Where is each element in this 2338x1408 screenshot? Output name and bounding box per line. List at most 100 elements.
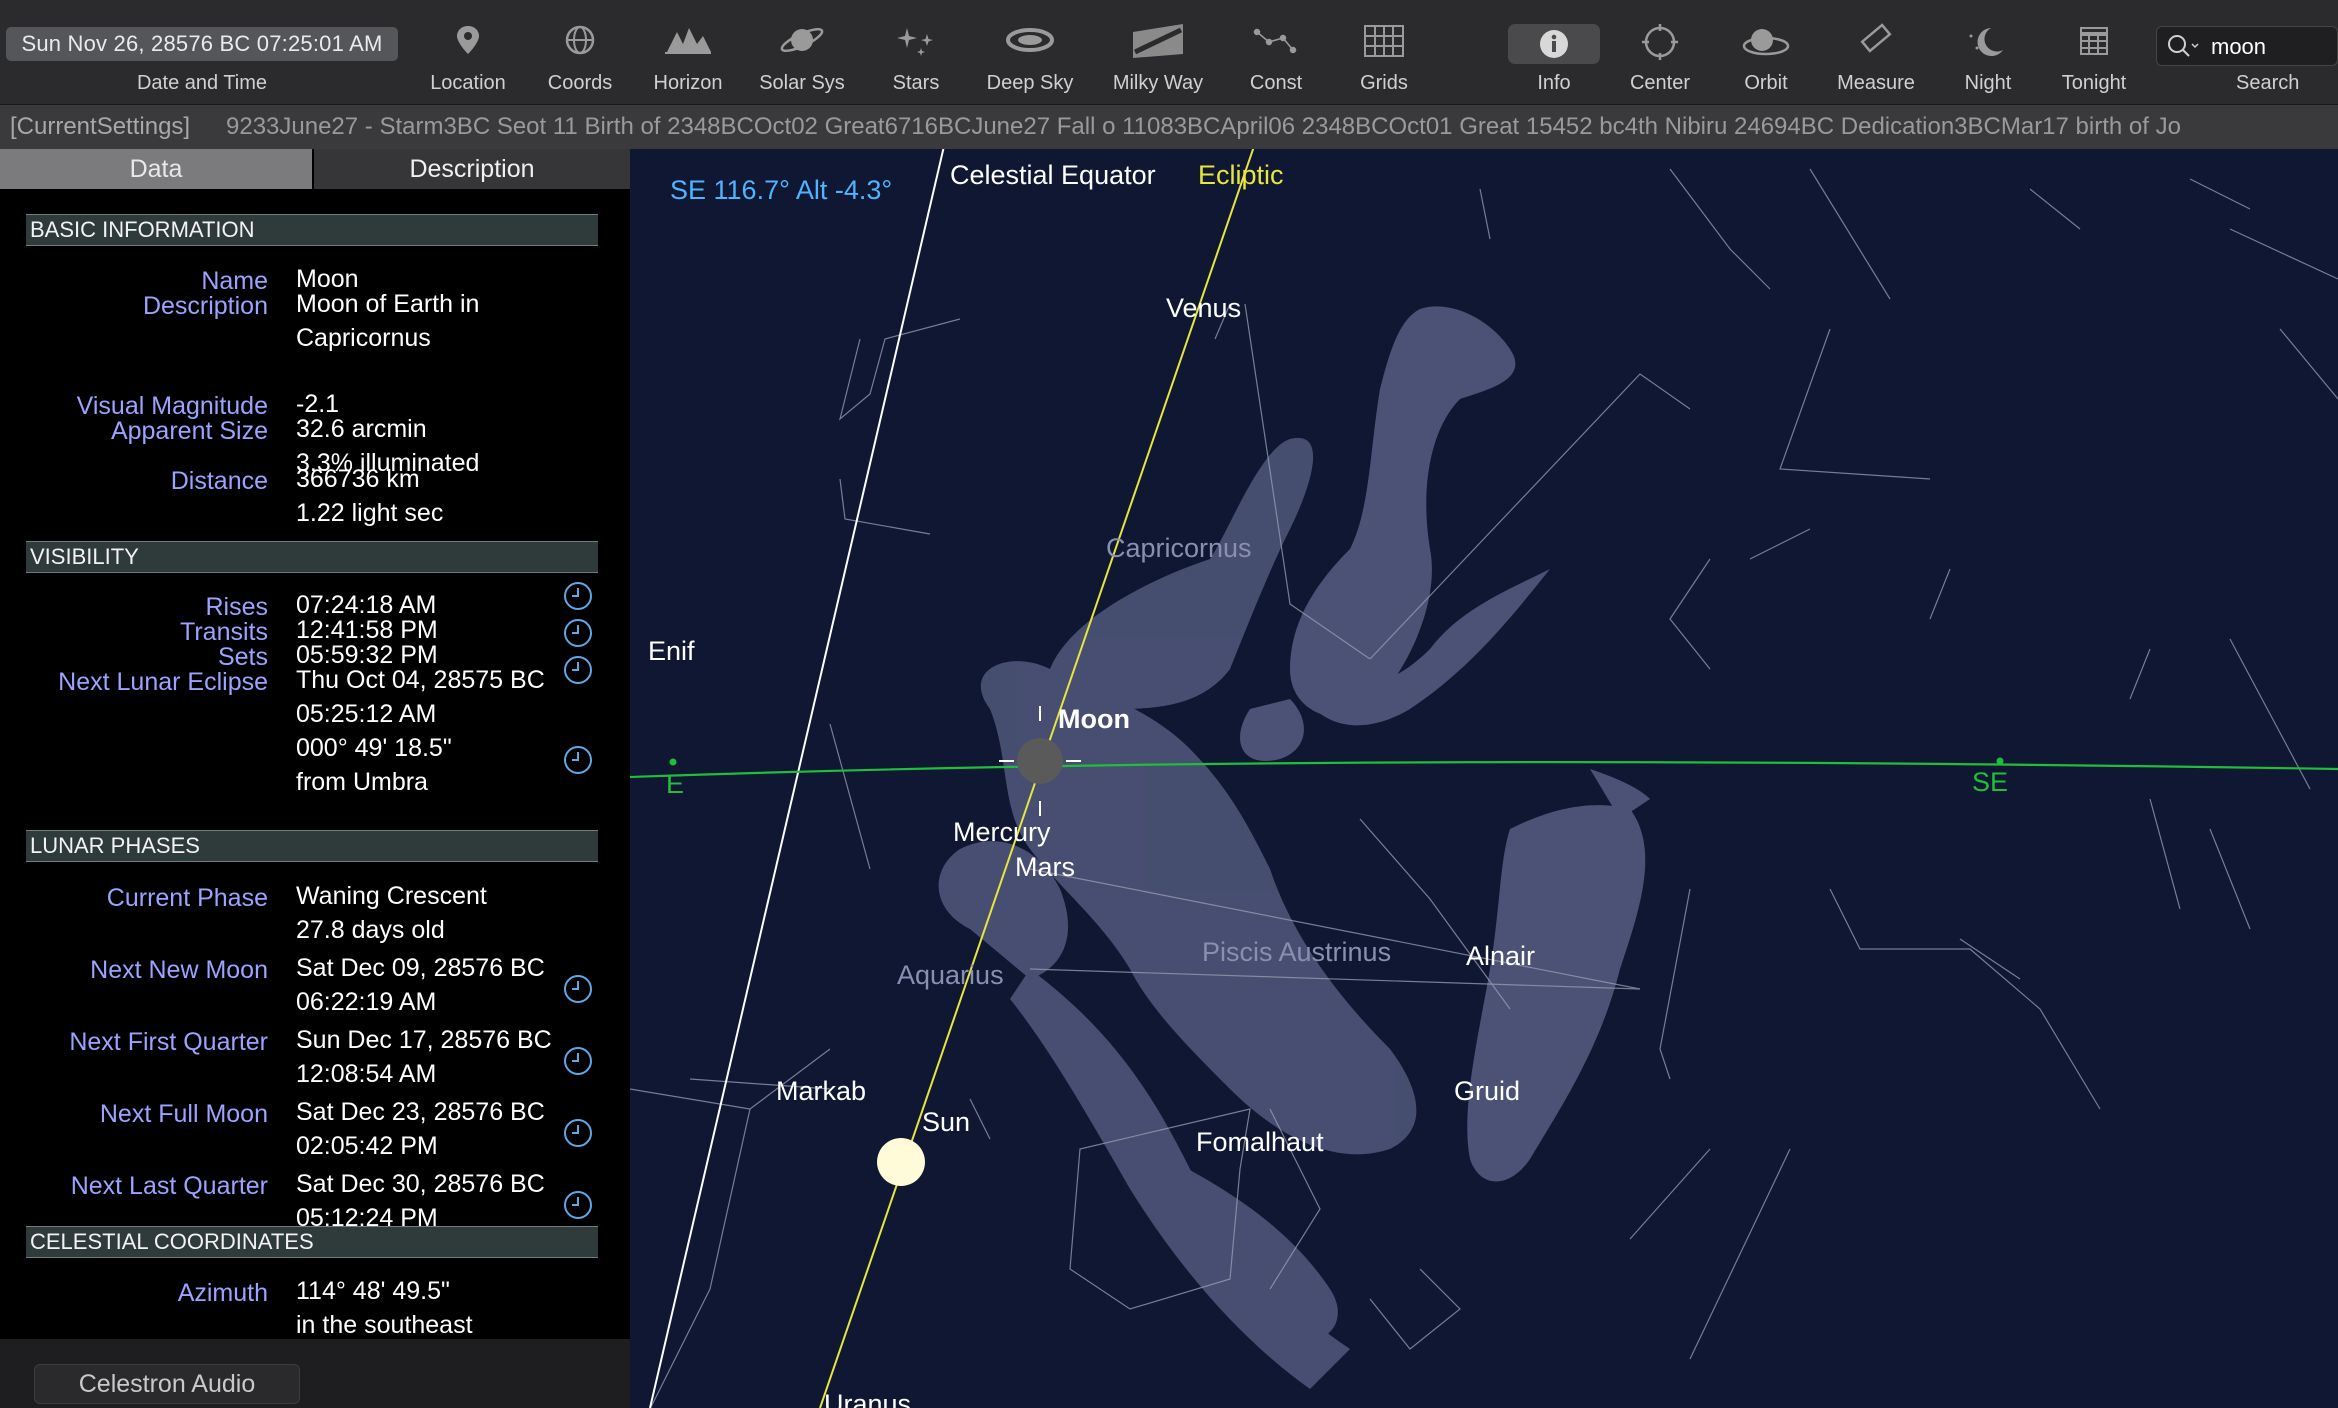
solar-system-button[interactable]: Solar Sys <box>752 18 852 98</box>
night-icon <box>1959 18 2017 68</box>
sky-chart-view[interactable]: SE 116.7° Alt -4.3° Celestial Equator Ec… <box>630 149 2338 1408</box>
southeast-marker <box>1996 757 2004 765</box>
section-lunar-phases: LUNAR PHASES <box>26 830 598 862</box>
next-new-moon-label: Next New Moon <box>90 956 268 984</box>
horizon-label: Horizon <box>653 72 723 94</box>
section-basic-information: BASIC INFORMATION <box>26 214 598 246</box>
stars-icon <box>887 18 945 68</box>
distance-label: Distance <box>170 467 268 495</box>
center-icon <box>1631 18 1689 68</box>
orbit-button[interactable]: Orbit <box>1716 18 1816 98</box>
search-input[interactable]: moon <box>2156 26 2338 66</box>
stars-button[interactable]: Stars <box>866 18 966 98</box>
sets-clock-icon[interactable] <box>562 654 594 686</box>
info-label: Info <box>1537 72 1571 94</box>
mars-label[interactable]: Mars <box>1015 852 1075 883</box>
ticker-text: 9233June27 - Starm3BC Seot 11 Birth of 2… <box>226 113 2181 140</box>
datetime-field[interactable]: Sun Nov 26, 28576 BC 07:25:01 AM <box>6 27 398 61</box>
current-phase-label: Current Phase <box>106 884 268 912</box>
celestial-equator-line <box>649 149 945 1408</box>
next-first-quarter-label: Next First Quarter <box>69 1028 268 1056</box>
grids-button[interactable]: Grids <box>1334 18 1434 98</box>
fomalhaut-label[interactable]: Fomalhaut <box>1196 1127 1324 1158</box>
grid-icon <box>1355 18 1413 68</box>
milky-way-button[interactable]: Milky Way <box>1108 18 1208 98</box>
next-first-quarter-value: Sun Dec 17, 28576 BC 12:08:54 AM <box>296 1026 552 1088</box>
next-new-moon-value: Sat Dec 09, 28576 BC 06:22:19 AM <box>296 954 545 1016</box>
info-panel: Data Description BASIC INFORMATION Name … <box>0 149 630 1408</box>
transits-clock-icon[interactable] <box>562 617 594 649</box>
coords-label: Coords <box>547 72 613 94</box>
piscis-austrinus-figure-art <box>1467 769 1650 1182</box>
location-pin-icon <box>439 18 497 68</box>
search-caption: Search <box>2236 72 2300 94</box>
enif-label[interactable]: Enif <box>648 636 695 667</box>
gruid-label[interactable]: Gruid <box>1454 1076 1520 1107</box>
location-button[interactable]: Location <box>418 18 518 98</box>
last-quarter-clock-icon[interactable] <box>562 1189 594 1221</box>
celestron-audio-button[interactable]: Celestron Audio <box>34 1364 300 1404</box>
settings-ticker[interactable]: [CurrentSettings] 9233June27 - Starm3BC … <box>0 105 2338 149</box>
southeast-label: SE <box>1972 767 2009 797</box>
horizon-icon <box>659 18 717 68</box>
capricornus-label[interactable]: Capricornus <box>1106 533 1252 564</box>
ruler-icon <box>1847 18 1905 68</box>
aquarius-label[interactable]: Aquarius <box>897 960 1004 991</box>
venus-label[interactable]: Venus <box>1166 293 1241 324</box>
east-marker <box>669 758 677 766</box>
sun-label[interactable]: Sun <box>922 1107 970 1138</box>
east-label: E <box>666 769 685 799</box>
apparent-size-label: Apparent Size <box>110 417 268 445</box>
uranus-label[interactable]: Uranus <box>824 1389 911 1408</box>
sky-drawing <box>630 149 2338 1408</box>
tab-description[interactable]: Description <box>314 149 630 189</box>
coords-icon <box>551 18 609 68</box>
current-settings-label[interactable]: [CurrentSettings] <box>10 105 190 149</box>
mercury-label[interactable]: Mercury <box>953 817 1051 848</box>
datetime-caption: Date and Time <box>136 72 268 94</box>
piscis-austrinus-label[interactable]: Piscis Austrinus <box>1202 937 1391 968</box>
solar-system-label: Solar Sys <box>759 72 845 94</box>
moon-label[interactable]: Moon <box>1058 704 1130 735</box>
full-moon-clock-icon[interactable] <box>562 1117 594 1149</box>
horizon-line <box>630 761 2338 779</box>
next-full-moon-value: Sat Dec 23, 28576 BC 02:05:42 PM <box>296 1098 545 1160</box>
horizon-button[interactable]: Horizon <box>638 18 738 98</box>
distance-value: 366736 km 1.22 light sec <box>296 465 444 527</box>
center-label: Center <box>1629 72 1691 94</box>
constellations-button[interactable]: Const <box>1226 18 1326 98</box>
deep-sky-label: Deep Sky <box>986 72 1074 94</box>
next-lunar-eclipse-value: Thu Oct 04, 28575 BC 05:25:12 AM 000° 49' … <box>296 666 545 796</box>
info-icon <box>1525 18 1583 68</box>
markab-label[interactable]: Markab <box>776 1076 866 1107</box>
moon-disk <box>1017 738 1063 784</box>
eclipse-clock-icon[interactable] <box>562 744 594 776</box>
night-label: Night <box>1964 72 2012 94</box>
orbit-icon <box>1737 18 1795 68</box>
new-moon-clock-icon[interactable] <box>562 973 594 1005</box>
info-button[interactable]: Info <box>1504 18 1604 98</box>
grids-label: Grids <box>1360 72 1408 94</box>
coords-button[interactable]: Coords <box>530 18 630 98</box>
celestial-equator-label: Celestial Equator <box>950 160 1156 190</box>
constellation-icon <box>1247 18 1305 68</box>
night-button[interactable]: Night <box>1938 18 2038 98</box>
tonight-button[interactable]: Tonight <box>2044 18 2144 98</box>
planet-icon <box>773 18 831 68</box>
milky-way-icon <box>1129 18 1187 68</box>
rises-clock-icon[interactable] <box>562 580 594 612</box>
description-label: Description <box>142 292 268 320</box>
stars-label: Stars <box>892 72 940 94</box>
toolbar: Sun Nov 26, 28576 BC 07:25:01 AM Date an… <box>0 0 2338 105</box>
search-value: moon <box>2211 34 2267 59</box>
center-button[interactable]: Center <box>1610 18 1710 98</box>
pointer-readout: SE 116.7° Alt -4.3° <box>670 175 893 205</box>
measure-button[interactable]: Measure <box>1826 18 1926 98</box>
description-value: Moon of Earth in Capricornus <box>296 290 480 352</box>
next-last-quarter-label: Next Last Quarter <box>70 1172 268 1200</box>
tab-data[interactable]: Data <box>0 149 312 189</box>
first-quarter-clock-icon[interactable] <box>562 1045 594 1077</box>
alnair-label[interactable]: Alnair <box>1466 941 1535 972</box>
measure-label: Measure <box>1837 72 1915 94</box>
deep-sky-button[interactable]: Deep Sky <box>980 18 1080 98</box>
